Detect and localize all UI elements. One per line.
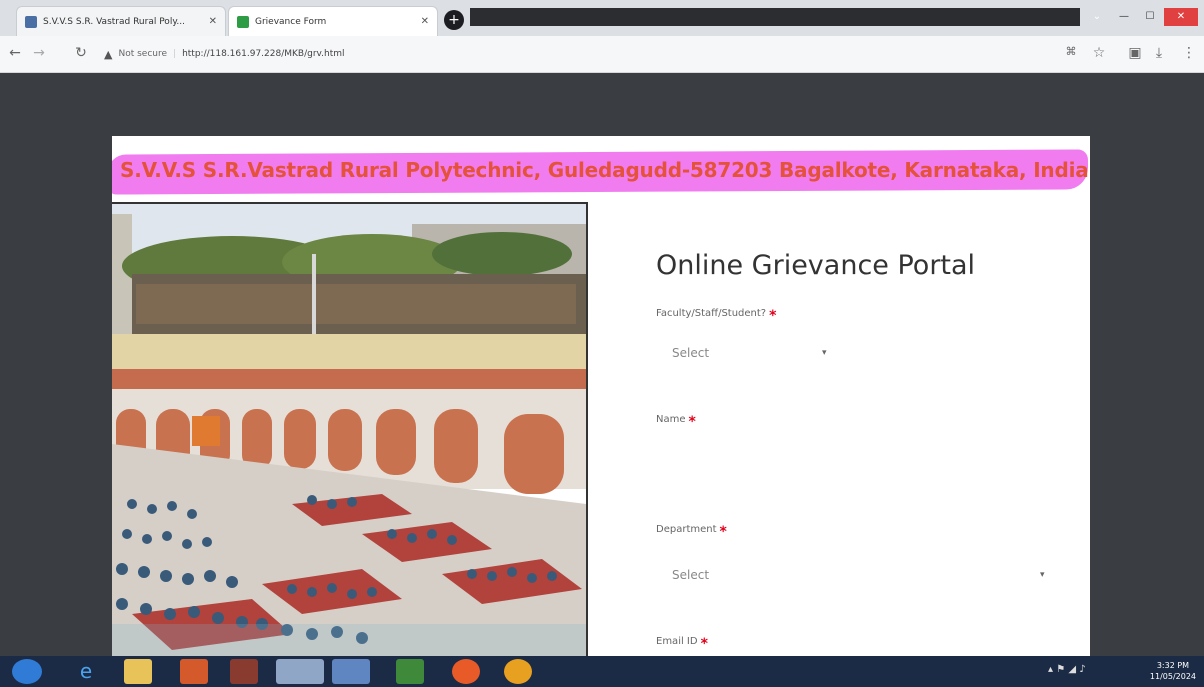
start-button-icon[interactable] bbox=[12, 659, 42, 684]
firefox-icon[interactable] bbox=[452, 659, 480, 684]
name-label-text: Name bbox=[656, 414, 686, 425]
required-mark: * bbox=[719, 524, 727, 540]
app-icon[interactable] bbox=[504, 659, 532, 684]
maximize-window-icon[interactable]: ☐ bbox=[1138, 8, 1162, 26]
clock-time: 3:32 PM bbox=[1156, 661, 1190, 670]
role-select-value: Select bbox=[672, 346, 710, 360]
not-secure-warning-icon[interactable]: ▲ bbox=[104, 48, 112, 61]
excel-icon[interactable] bbox=[396, 659, 424, 684]
tab-title: Grievance Form bbox=[255, 16, 327, 27]
required-mark: * bbox=[688, 414, 696, 430]
menu-icon[interactable]: ⋮ bbox=[1180, 45, 1198, 61]
media-player-icon[interactable] bbox=[180, 659, 208, 684]
close-tab-icon[interactable]: ✕ bbox=[209, 16, 217, 27]
tab-title: S.V.V.S S.R. Vastrad Rural Poly... bbox=[43, 16, 185, 27]
clock[interactable]: 3:32 PM 11/05/2024 bbox=[1150, 660, 1196, 682]
windows-taskbar: e ▴ ⚑ ◢ ♪ 3:32 PM 11/05/2024 bbox=[0, 656, 1204, 687]
word-icon[interactable] bbox=[332, 659, 370, 684]
app-icon[interactable] bbox=[230, 659, 258, 684]
security-label: Not secure bbox=[118, 49, 168, 59]
chevron-down-icon: ▾ bbox=[822, 348, 827, 358]
download-icon[interactable]: ⤓ bbox=[1150, 45, 1168, 61]
institution-banner: S.V.V.S S.R.Vastrad Rural Polytechnic, G… bbox=[112, 146, 1090, 198]
banner-title: S.V.V.S S.R.Vastrad Rural Polytechnic, G… bbox=[120, 158, 1089, 182]
file-explorer-icon[interactable] bbox=[124, 659, 152, 684]
form-title: Online Grievance Portal bbox=[656, 250, 976, 281]
url-text: http://118.161.97.228/MKB/grv.html bbox=[182, 49, 345, 59]
campus-photo bbox=[112, 202, 588, 656]
new-tab-button[interactable]: + bbox=[444, 10, 464, 30]
minimize-window-icon[interactable]: — bbox=[1112, 8, 1136, 26]
role-field-label: Faculty/Staff/Student? * bbox=[656, 308, 776, 324]
email-label-text: Email ID bbox=[656, 636, 698, 647]
email-field-label: Email ID * bbox=[656, 636, 708, 652]
role-select[interactable]: Select ▾ bbox=[672, 346, 842, 364]
clock-date: 11/05/2024 bbox=[1149, 672, 1196, 681]
close-window-icon[interactable]: ✕ bbox=[1164, 8, 1198, 26]
extensions-icon[interactable]: ▣ bbox=[1126, 45, 1144, 61]
back-icon[interactable]: ← bbox=[6, 45, 24, 61]
chevron-down-icon: ▾ bbox=[1040, 570, 1045, 580]
department-select[interactable]: Select ▾ bbox=[672, 568, 1052, 586]
tab-search-icon[interactable]: ⌄ bbox=[1088, 8, 1106, 26]
tab-strip-background bbox=[470, 8, 1080, 26]
translate-icon[interactable]: ⌘ bbox=[1062, 45, 1080, 58]
forward-icon[interactable]: → bbox=[30, 45, 48, 61]
bookmark-star-icon[interactable]: ☆ bbox=[1090, 45, 1108, 61]
site-favicon-icon bbox=[25, 15, 37, 28]
internet-explorer-icon[interactable]: e bbox=[72, 659, 100, 684]
required-mark: * bbox=[769, 308, 777, 324]
name-field-label: Name * bbox=[656, 414, 696, 430]
browser-tab-grievance-form[interactable]: Grievance Form ✕ bbox=[228, 6, 438, 36]
chrome-icon[interactable] bbox=[276, 659, 324, 684]
web-page: S.V.V.S S.R.Vastrad Rural Polytechnic, G… bbox=[112, 136, 1090, 656]
department-select-value: Select bbox=[672, 568, 710, 582]
system-tray-icons[interactable]: ▴ ⚑ ◢ ♪ bbox=[1048, 664, 1086, 675]
role-label-text: Faculty/Staff/Student? bbox=[656, 308, 767, 319]
close-tab-icon[interactable]: ✕ bbox=[421, 16, 429, 27]
name-input[interactable] bbox=[656, 436, 1056, 496]
browser-toolbar: ← → ↻ ▲ Not secure | http://118.161.97.2… bbox=[0, 36, 1204, 73]
required-mark: * bbox=[700, 636, 708, 652]
browser-tab-polytechnic[interactable]: S.V.V.S S.R. Vastrad Rural Poly... ✕ bbox=[16, 6, 226, 36]
department-field-label: Department * bbox=[656, 524, 727, 540]
reload-icon[interactable]: ↻ bbox=[72, 45, 90, 61]
address-bar[interactable]: ▲ Not secure | http://118.161.97.228/MKB… bbox=[104, 43, 1034, 65]
department-label-text: Department bbox=[656, 524, 717, 535]
browser-tab-strip: S.V.V.S S.R. Vastrad Rural Poly... ✕ Gri… bbox=[0, 0, 1204, 36]
forms-favicon-icon bbox=[237, 15, 249, 28]
